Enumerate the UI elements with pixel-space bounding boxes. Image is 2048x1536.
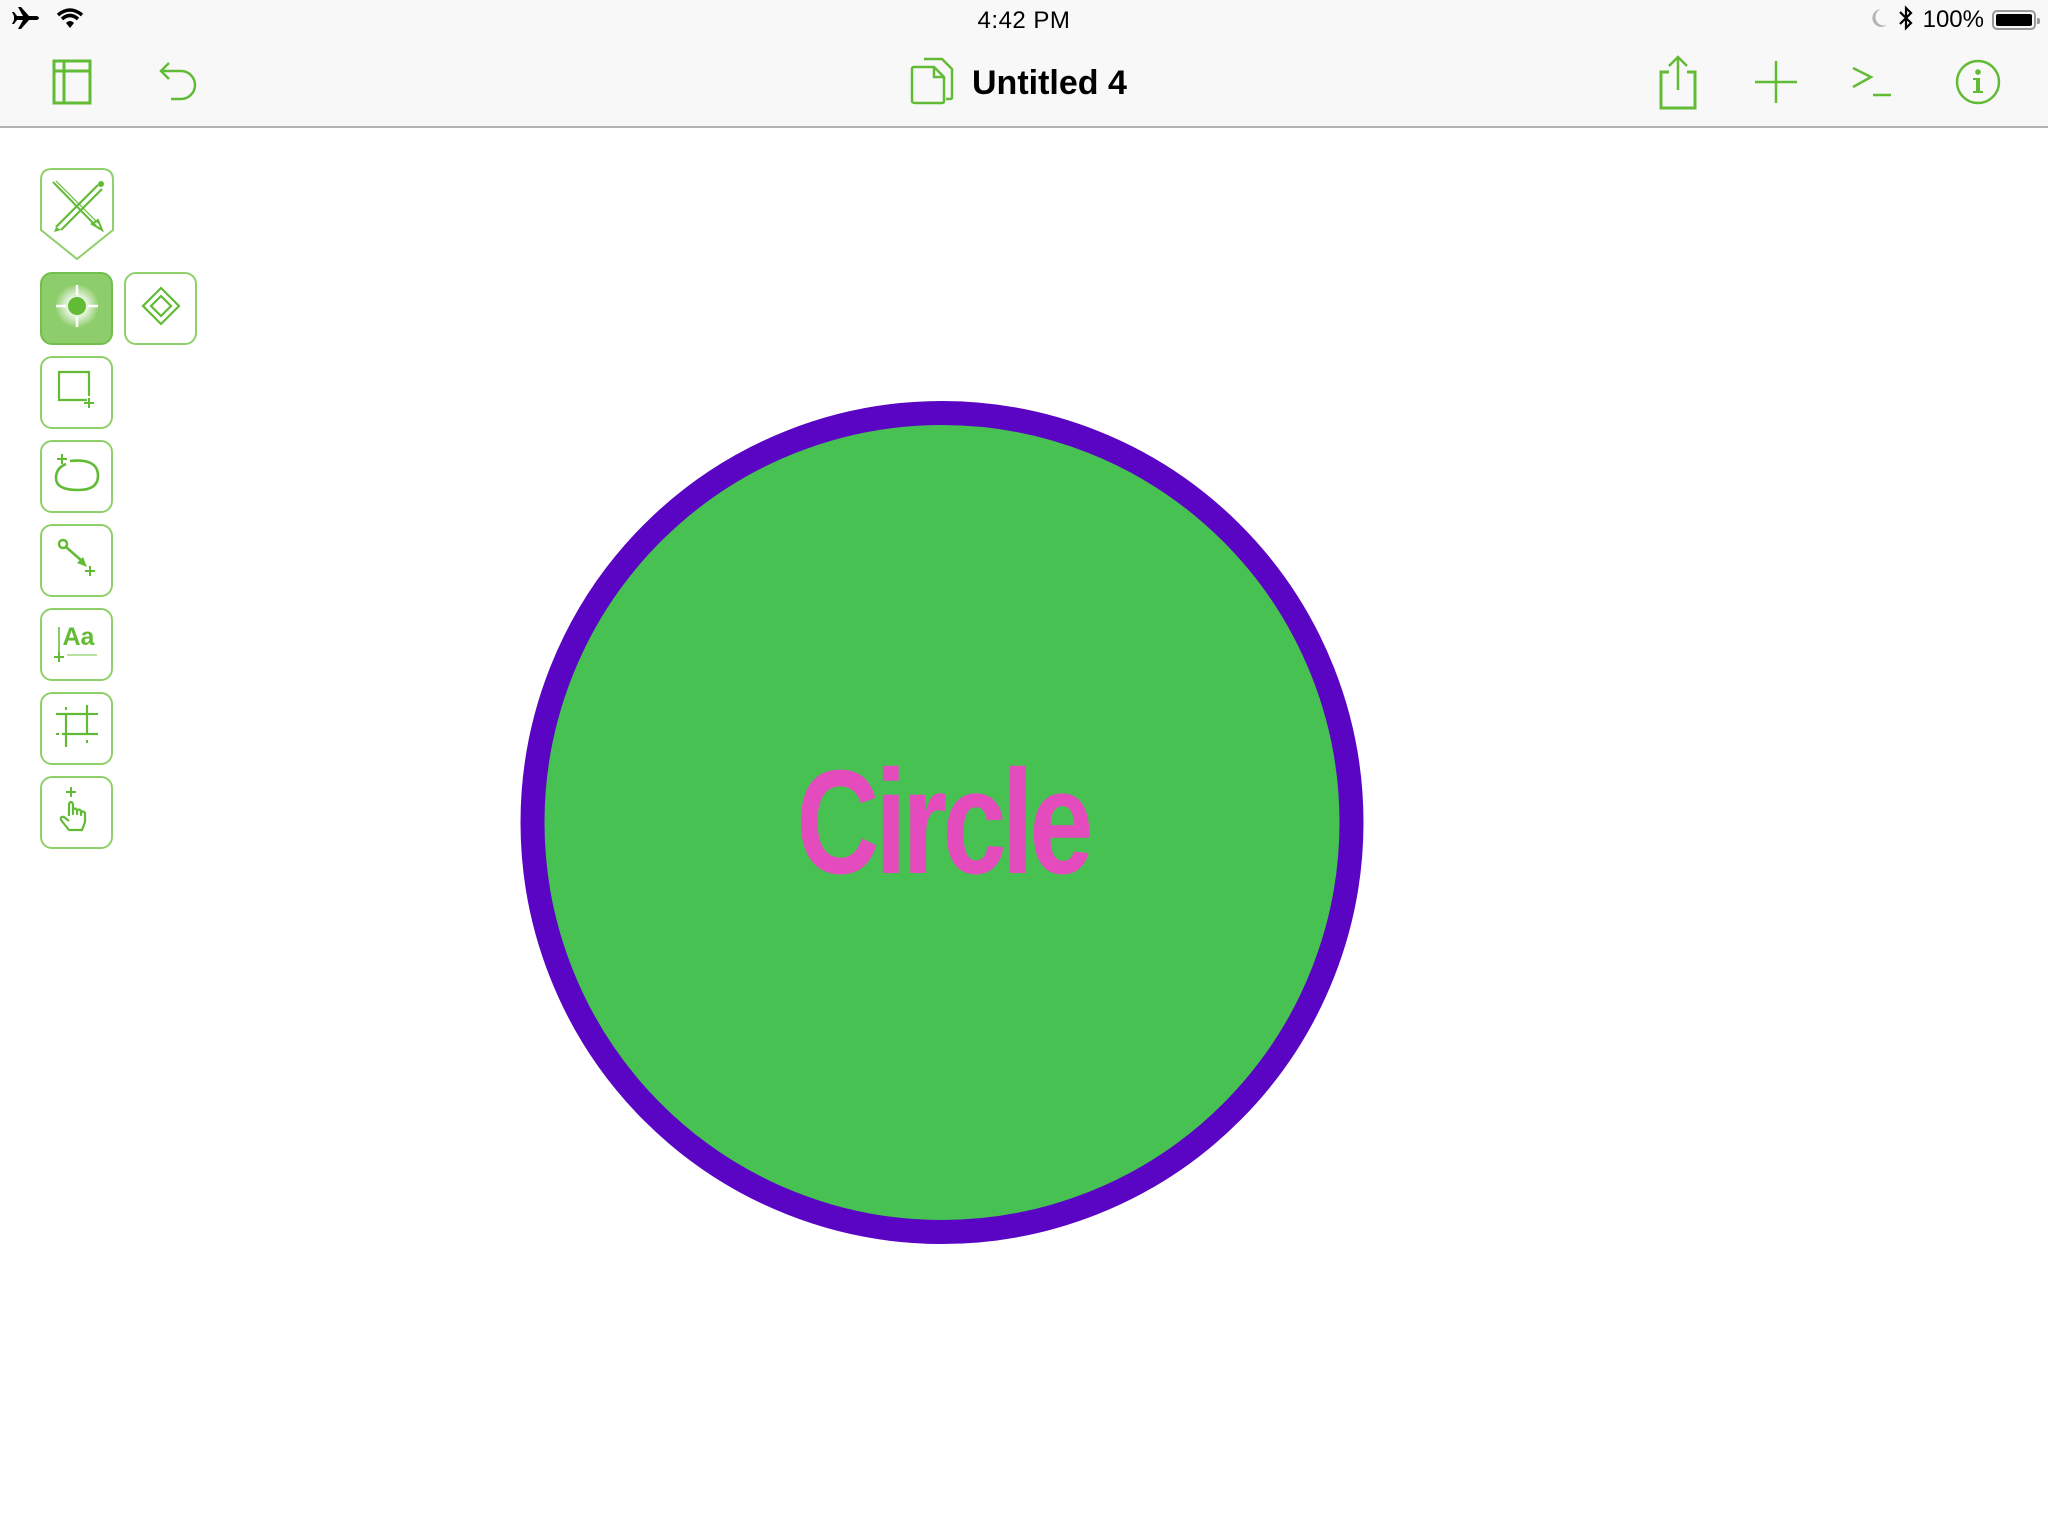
share-icon [1657,54,1699,115]
share-button[interactable] [1650,52,1706,116]
ellipse-icon [52,452,102,501]
line-icon [55,536,99,585]
status-right: 100% [1869,4,2040,36]
sidebar-icon [52,59,92,110]
battery-fill [1996,14,2032,26]
edit-mode-button[interactable] [40,168,114,261]
target-icon [52,281,102,336]
text-icon-glyph: Aa [62,622,95,651]
document-title-area[interactable]: Untitled 4 [910,57,1127,110]
status-time: 4:42 PM [977,7,1071,34]
status-bar: 4:42 PM 100% [0,0,2048,40]
documents-icon [910,57,954,110]
rectangle-tool-button[interactable] [40,356,113,429]
magnet-tool-button[interactable] [40,692,113,765]
hand-icon [55,786,99,839]
text-tool-button[interactable]: Aa [40,608,113,681]
moon-icon [1869,7,1889,34]
info-button[interactable] [1950,54,2006,114]
undo-button[interactable] [150,54,206,114]
battery-icon [1992,10,2040,30]
canvas [520,401,1364,1244]
console-icon [1851,65,1893,104]
battery-percent: 100% [1922,6,1984,33]
diamond-icon [140,286,181,331]
point-edit-tool-button[interactable] [124,272,197,345]
add-button[interactable] [1748,54,1804,114]
sidebar-toggle-button[interactable] [44,54,100,114]
line-tool-button[interactable] [40,524,113,597]
text-icon: Aa [53,622,100,665]
magnet-grid-icon [54,703,100,754]
circle-shape[interactable] [520,401,1364,1244]
undo-icon [157,61,199,108]
document-title: Untitled 4 [972,63,1127,102]
rectangle-icon [55,368,99,417]
console-button[interactable] [1844,54,1900,114]
info-icon [1955,59,2001,110]
navigation-bar: Untitled 4 [0,40,2048,128]
plus-icon [1754,60,1798,109]
bluetooth-icon [1897,4,1915,36]
battery-tip [2037,18,2040,24]
selection-tool-button[interactable] [40,272,113,345]
ellipse-tool-button[interactable] [40,440,113,513]
browse-tool-button[interactable] [40,776,113,849]
